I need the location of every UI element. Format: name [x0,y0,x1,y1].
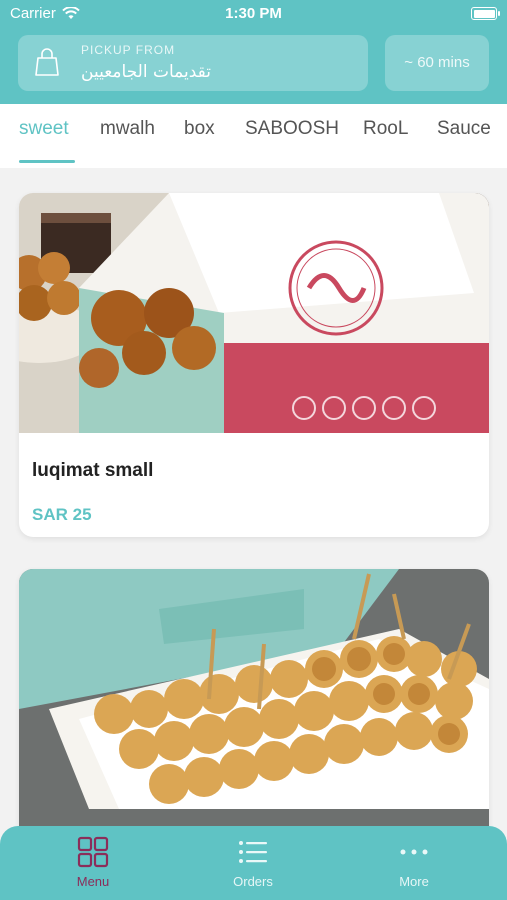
nav-more-label: More [399,874,429,889]
shopping-bag-icon [35,48,59,76]
tab-rool[interactable]: RooL [363,118,408,140]
nav-more[interactable]: More [364,836,464,889]
tab-box[interactable]: box [184,118,215,140]
tab-sauce[interactable]: Sauce [437,118,491,140]
bottom-navigation: Menu Orders More [0,826,507,900]
status-bar: Carrier 1:30 PM [0,0,507,28]
tab-sweet[interactable]: sweet [19,118,69,140]
grid-icon [77,836,109,868]
header: Carrier 1:30 PM PICKUP FROM تقديمات الجا… [0,0,507,104]
tab-mwalh[interactable]: mwalh [100,118,155,140]
nav-orders-label: Orders [233,874,273,889]
pickup-label: PICKUP FROM [81,43,176,57]
nav-menu[interactable]: Menu [43,836,143,889]
more-dots-icon [400,849,428,855]
eta-badge[interactable]: ~ 60 mins [385,35,489,91]
pickup-location-button[interactable]: PICKUP FROM تقديمات الجامعيين [18,35,368,91]
product-price: SAR 25 [32,505,92,524]
nav-orders[interactable]: Orders [203,836,303,889]
battery-icon [471,7,500,20]
clock: 1:30 PM [225,5,282,22]
active-tab-indicator [19,160,75,163]
product-card[interactable]: luqimat small SAR 25 [19,193,489,537]
list-icon [239,841,267,863]
product-title: luqimat small [32,460,154,481]
category-tabs: sweet mwalh box SABOOSH RooL Sauce [0,104,507,168]
tab-saboosh[interactable]: SABOOSH [245,118,339,140]
product-list: luqimat small SAR 25 [0,168,507,900]
nav-menu-label: Menu [76,874,110,889]
pickup-location-name: تقديمات الجامعيين [81,62,211,82]
product-image [19,193,489,433]
